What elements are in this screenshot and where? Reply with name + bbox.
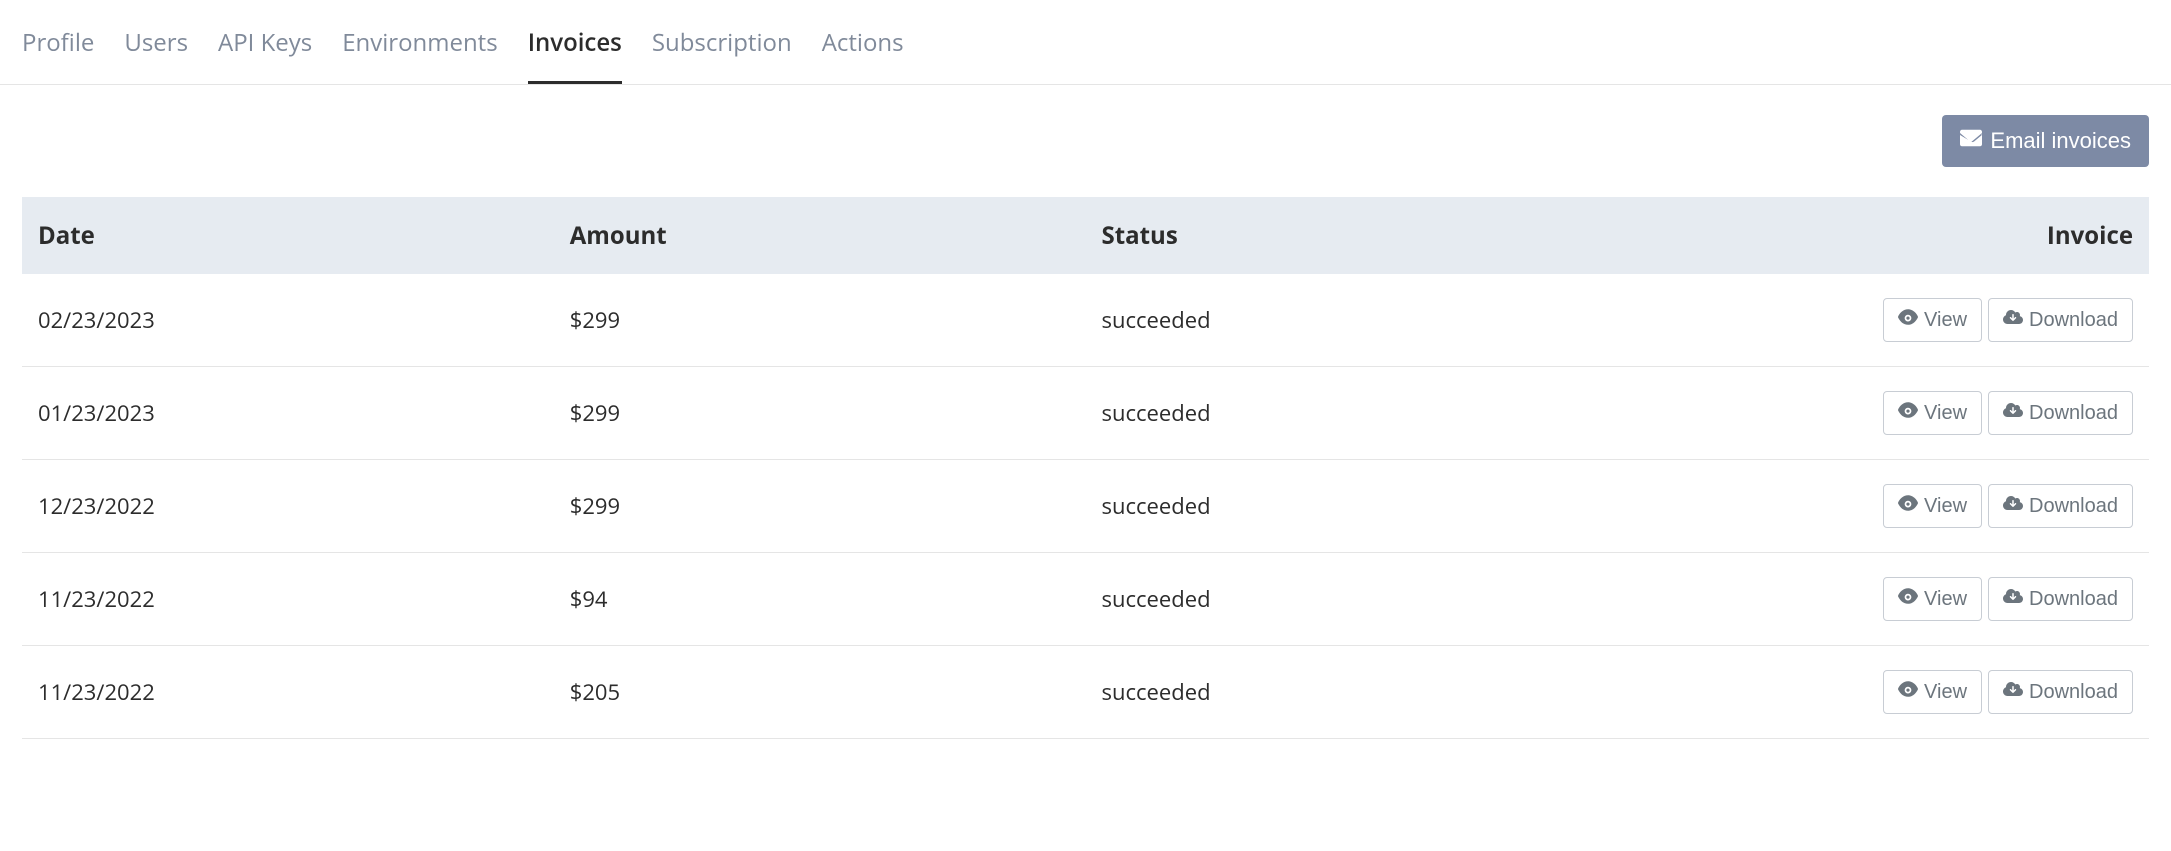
- cell-status: succeeded: [1086, 460, 1618, 553]
- cell-actions: View Download: [1617, 460, 2149, 553]
- tab-api-keys[interactable]: API Keys: [218, 18, 312, 84]
- download-button[interactable]: Download: [1988, 484, 2133, 528]
- download-button[interactable]: Download: [1988, 298, 2133, 342]
- view-button[interactable]: View: [1883, 298, 1982, 342]
- download-button[interactable]: Download: [1988, 577, 2133, 621]
- tab-invoices[interactable]: Invoices: [528, 18, 622, 84]
- download-button[interactable]: Download: [1988, 391, 2133, 435]
- table-header-row: Date Amount Status Invoice: [22, 197, 2149, 274]
- col-header-date: Date: [22, 197, 554, 274]
- table-row: 12/23/2022$299succeeded View Download: [22, 460, 2149, 553]
- tab-users[interactable]: Users: [124, 18, 188, 84]
- email-invoices-button[interactable]: Email invoices: [1942, 115, 2149, 167]
- cloud-download-icon: [2003, 586, 2023, 612]
- tab-actions[interactable]: Actions: [822, 18, 904, 84]
- cell-status: succeeded: [1086, 553, 1618, 646]
- cell-amount: $205: [554, 646, 1086, 739]
- content-area: Email invoices Date Amount Status Invoic…: [0, 85, 2171, 739]
- table-row: 11/23/2022$94succeeded View Download: [22, 553, 2149, 646]
- view-label: View: [1924, 588, 1967, 611]
- col-header-amount: Amount: [554, 197, 1086, 274]
- download-label: Download: [2029, 402, 2118, 425]
- cell-status: succeeded: [1086, 274, 1618, 367]
- table-row: 02/23/2023$299succeeded View Download: [22, 274, 2149, 367]
- download-label: Download: [2029, 309, 2118, 332]
- view-label: View: [1924, 309, 1967, 332]
- eye-icon: [1898, 307, 1918, 333]
- cell-date: 02/23/2023: [22, 274, 554, 367]
- view-button[interactable]: View: [1883, 577, 1982, 621]
- envelope-icon: [1960, 127, 1982, 155]
- tab-environments[interactable]: Environments: [342, 18, 497, 84]
- table-row: 11/23/2022$205succeeded View Download: [22, 646, 2149, 739]
- cell-status: succeeded: [1086, 646, 1618, 739]
- toolbar: Email invoices: [22, 115, 2149, 167]
- cell-date: 11/23/2022: [22, 646, 554, 739]
- cell-date: 11/23/2022: [22, 553, 554, 646]
- cell-status: succeeded: [1086, 367, 1618, 460]
- tab-bar: Profile Users API Keys Environments Invoices…: [0, 0, 2171, 85]
- invoices-table: Date Amount Status Invoice 02/23/2023$29…: [22, 197, 2149, 739]
- cell-actions: View Download: [1617, 646, 2149, 739]
- cell-date: 12/23/2022: [22, 460, 554, 553]
- eye-icon: [1898, 493, 1918, 519]
- download-label: Download: [2029, 588, 2118, 611]
- download-button[interactable]: Download: [1988, 670, 2133, 714]
- view-button[interactable]: View: [1883, 484, 1982, 528]
- tab-profile[interactable]: Profile: [22, 18, 94, 84]
- cloud-download-icon: [2003, 400, 2023, 426]
- col-header-status: Status: [1086, 197, 1618, 274]
- view-label: View: [1924, 495, 1967, 518]
- table-row: 01/23/2023$299succeeded View Download: [22, 367, 2149, 460]
- col-header-invoice: Invoice: [1617, 197, 2149, 274]
- view-button[interactable]: View: [1883, 670, 1982, 714]
- email-invoices-label: Email invoices: [1990, 128, 2131, 154]
- cell-amount: $94: [554, 553, 1086, 646]
- cloud-download-icon: [2003, 307, 2023, 333]
- cell-date: 01/23/2023: [22, 367, 554, 460]
- tab-subscription[interactable]: Subscription: [652, 18, 792, 84]
- cell-amount: $299: [554, 367, 1086, 460]
- eye-icon: [1898, 679, 1918, 705]
- eye-icon: [1898, 586, 1918, 612]
- view-button[interactable]: View: [1883, 391, 1982, 435]
- cell-actions: View Download: [1617, 274, 2149, 367]
- invoices-table-body: 02/23/2023$299succeededViewDownload01/23…: [22, 274, 2149, 739]
- cloud-download-icon: [2003, 679, 2023, 705]
- cell-amount: $299: [554, 460, 1086, 553]
- view-label: View: [1924, 681, 1967, 704]
- cell-amount: $299: [554, 274, 1086, 367]
- eye-icon: [1898, 400, 1918, 426]
- view-label: View: [1924, 402, 1967, 425]
- cell-actions: View Download: [1617, 367, 2149, 460]
- cell-actions: View Download: [1617, 553, 2149, 646]
- cloud-download-icon: [2003, 493, 2023, 519]
- download-label: Download: [2029, 495, 2118, 518]
- download-label: Download: [2029, 681, 2118, 704]
